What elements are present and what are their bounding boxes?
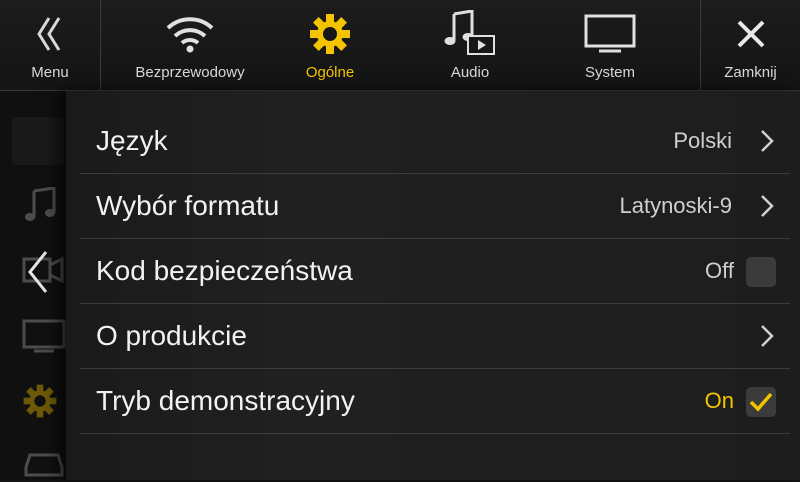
close-label: Zamknij [724,64,777,81]
chevron-right-icon [760,129,774,158]
chevron-right-icon [760,194,774,223]
setting-row-security-code[interactable]: Kod bezpieczeństwa Off [80,239,790,304]
gear-icon [308,6,352,62]
menu-button[interactable]: Menu [0,0,100,90]
setting-value: Polski [673,128,732,153]
tab-label: Audio [450,64,490,81]
setting-label: Wybór formatu [96,190,280,221]
tab-system[interactable]: System [560,0,660,90]
music-note-icon [22,186,62,228]
setting-row-format[interactable]: Wybór formatu Latynoski-9 [80,174,790,239]
tab-label: System [584,64,635,81]
music-note-icon [442,6,498,62]
monitor-icon [583,6,637,62]
monitor-icon [22,319,66,358]
setting-row-language[interactable]: Język Polski [80,109,790,174]
demo-mode-checkbox[interactable] [746,387,776,417]
gear-icon [22,383,58,424]
toggle-state-text: Off [705,258,734,283]
tab-ogolne[interactable]: Ogólne [280,0,380,90]
toggle-state-text: On [704,388,734,413]
close-icon [734,6,768,62]
placeholder-tile-icon [12,117,64,170]
checkmark-icon [749,392,773,412]
car-icon [22,447,66,482]
tab-label: Bezprzewodowy [135,64,245,81]
close-button[interactable]: Zamknij [701,0,800,90]
setting-label: O produkcie [96,320,247,351]
setting-label: Kod bezpieczeństwa [96,255,353,286]
chevron-right-icon [760,324,774,353]
setting-row-demo-mode[interactable]: Tryb demonstracyjny On [80,369,790,434]
settings-list: Język Polski Wybór formatu Latynoski-9 K… [66,91,800,480]
tab-bezprzewodowy[interactable]: Bezprzewodowy [120,0,260,90]
double-chevron-left-icon [35,6,65,62]
tab-audio[interactable]: Audio [420,0,520,90]
top-navigation-bar: Menu Bezprzewodowy Ogólne Audio System Z… [0,0,800,91]
setting-label: Język [96,125,168,156]
tab-label: Ogólne [305,64,355,81]
setting-label: Tryb demonstracyjny [96,385,355,416]
divider [100,0,101,90]
wifi-icon [164,6,216,62]
menu-label: Menu [31,64,69,81]
security-code-checkbox[interactable] [746,257,776,287]
setting-value: Latynoski-9 [619,193,732,218]
setting-row-about-product[interactable]: O produkcie [80,304,790,369]
back-chevron-icon[interactable] [26,248,50,301]
